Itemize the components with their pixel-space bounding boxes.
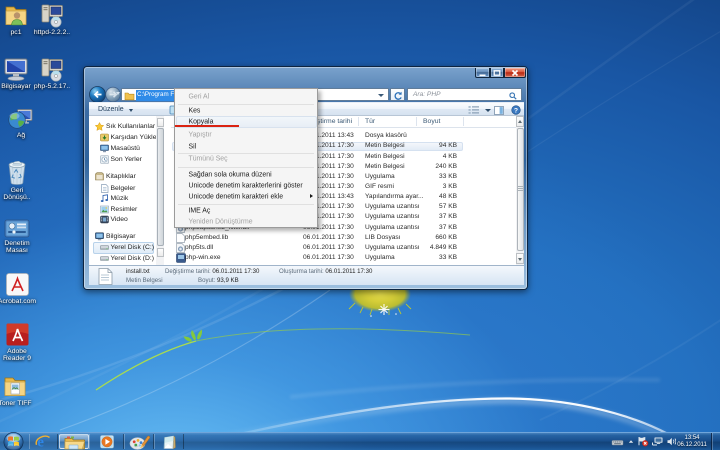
svg-text:?: ? <box>514 108 518 115</box>
